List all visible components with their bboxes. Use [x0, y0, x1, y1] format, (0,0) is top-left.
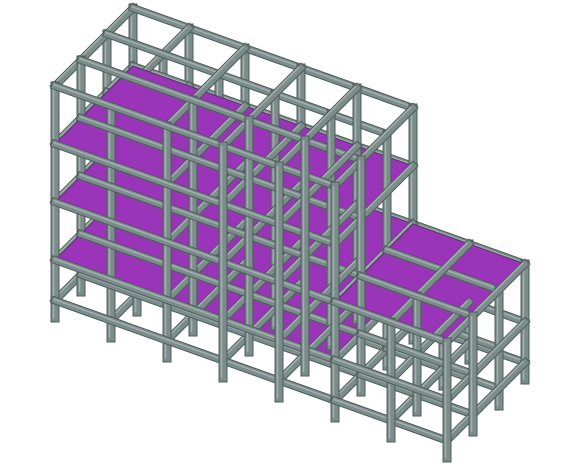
structural-frame-view [0, 0, 583, 473]
frame-3d-model [49, 2, 531, 463]
